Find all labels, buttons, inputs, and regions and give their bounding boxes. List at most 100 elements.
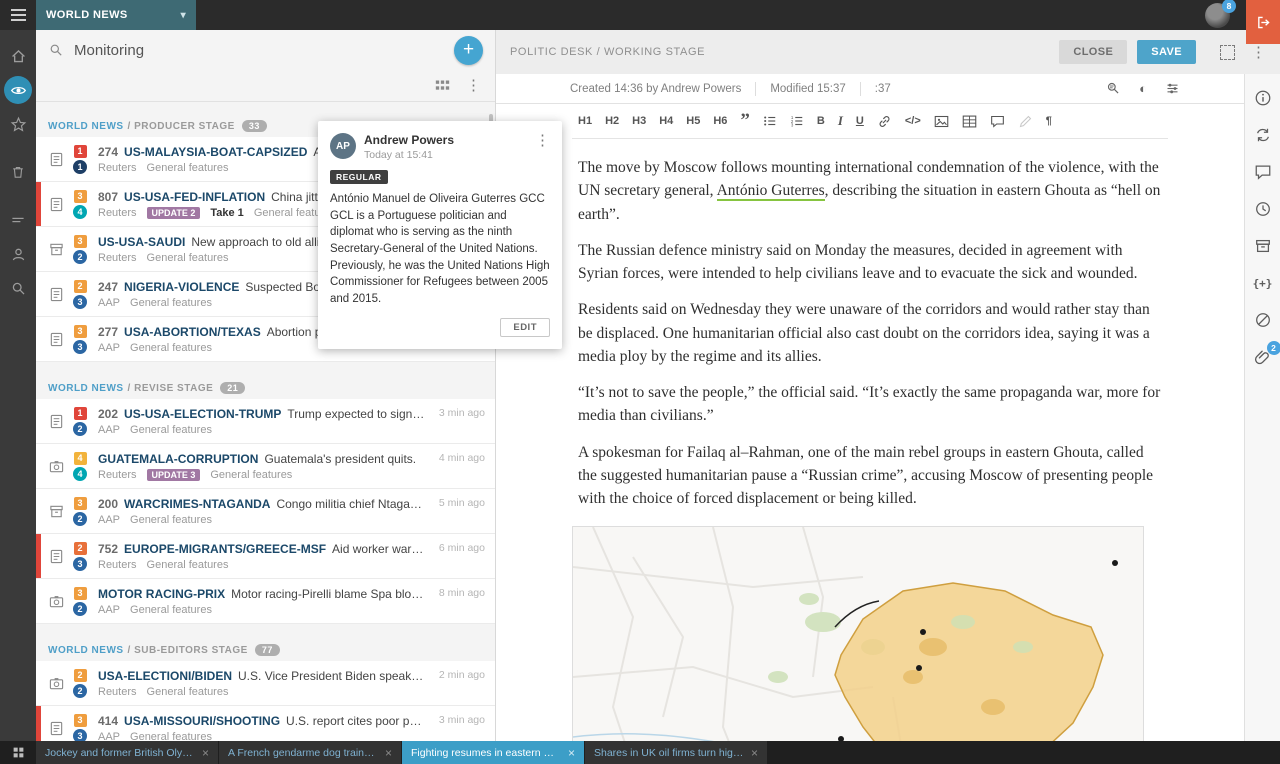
close-tab-icon[interactable]: × bbox=[568, 746, 575, 760]
item-source: Reuters bbox=[98, 252, 137, 264]
item-slug: US-USA-SAUDI bbox=[98, 235, 185, 249]
image-icon[interactable] bbox=[934, 114, 949, 129]
logout-button[interactable] bbox=[1246, 0, 1280, 44]
priority-badge: 2 bbox=[73, 250, 87, 264]
monitoring-item[interactable]: 23752EUROPE-MIGRANTS/GREECE-MSFAid worke… bbox=[36, 534, 495, 579]
h4-button[interactable]: H4 bbox=[659, 115, 673, 127]
panel-menu-kebab-icon[interactable]: ⋮ bbox=[466, 78, 481, 93]
opened-article-tab[interactable]: Jockey and former British Olympic..× bbox=[36, 741, 219, 764]
monitoring-item[interactable]: 12202US-USA-ELECTION-TRUMPTrump expected… bbox=[36, 399, 495, 444]
item-timestamp: 4 min ago bbox=[429, 444, 495, 464]
h2-button[interactable]: H2 bbox=[605, 115, 619, 127]
annotation-body: António Manuel de Oliveira Guterres GCC … bbox=[330, 191, 550, 308]
group-stage-label: / REVISE STAGE bbox=[128, 383, 214, 394]
add-content-button[interactable]: + bbox=[454, 36, 483, 65]
find-replace-icon[interactable] bbox=[1106, 81, 1121, 96]
versions-history-icon[interactable] bbox=[1251, 197, 1275, 221]
group-count-badge: 21 bbox=[220, 382, 245, 394]
stage-group-header[interactable]: WORLD NEWS/ SUB-EDITORS STAGE77 bbox=[36, 636, 495, 661]
annotated-text[interactable]: António Guterres bbox=[717, 182, 825, 201]
close-tab-icon[interactable]: × bbox=[751, 746, 758, 760]
hamburger-menu-icon[interactable] bbox=[0, 0, 36, 30]
h5-button[interactable]: H5 bbox=[686, 115, 700, 127]
pilcrow-button[interactable]: ¶ bbox=[1046, 115, 1052, 127]
annotation-popup: AP Andrew Powers Today at 15:41 ⋮ REGULA… bbox=[318, 121, 562, 349]
bold-button[interactable]: B bbox=[817, 115, 825, 127]
item-badges: 12 bbox=[70, 407, 90, 436]
user-avatar[interactable]: 8 bbox=[1205, 3, 1230, 28]
dashed-frame-icon[interactable] bbox=[1220, 45, 1235, 60]
close-tab-icon[interactable]: × bbox=[202, 746, 209, 760]
item-headline: New approach to old allianc bbox=[191, 235, 338, 249]
h6-button[interactable]: H6 bbox=[713, 115, 727, 127]
item-timestamp: 3 min ago bbox=[429, 706, 495, 726]
editor-scroll-area[interactable]: H1 H2 H3 H4 H5 H6 ” bbox=[496, 104, 1244, 741]
monitoring-item[interactable]: 33414USA-MISSOURI/SHOOTINGU.S. report ci… bbox=[36, 706, 495, 741]
code-button[interactable]: </> bbox=[905, 115, 921, 127]
picture-type-icon bbox=[42, 676, 70, 691]
editor-settings-icon[interactable] bbox=[1165, 81, 1180, 96]
opened-article-tab[interactable]: Shares in UK oil firms turn higher× bbox=[585, 741, 768, 764]
comment-icon[interactable] bbox=[990, 114, 1005, 129]
monitoring-item[interactable]: 22USA-ELECTIONI/BIDENU.S. Vice President… bbox=[36, 661, 495, 706]
search-icon[interactable] bbox=[4, 274, 32, 302]
h3-button[interactable]: H3 bbox=[632, 115, 646, 127]
workspace-selector[interactable]: WORLD NEWS ▾ bbox=[36, 0, 196, 30]
info-icon[interactable] bbox=[1251, 86, 1275, 110]
monitoring-toolbar: ⋮ bbox=[36, 70, 495, 102]
link-icon[interactable] bbox=[877, 114, 892, 129]
h1-button[interactable]: H1 bbox=[578, 115, 592, 127]
opened-article-tab[interactable]: A French gendarme dog trainer of PSIG× bbox=[219, 741, 402, 764]
ordered-list-icon[interactable]: 123 bbox=[790, 114, 804, 128]
close-button[interactable]: CLOSE bbox=[1059, 40, 1127, 64]
table-icon[interactable] bbox=[962, 114, 977, 129]
search-icon[interactable] bbox=[48, 42, 64, 58]
dashboard-icon[interactable] bbox=[4, 42, 32, 70]
item-number: 274 bbox=[98, 145, 118, 159]
priority-badge: 3 bbox=[73, 295, 87, 309]
underline-button[interactable]: U bbox=[856, 115, 864, 127]
urgency-badge: 3 bbox=[74, 325, 87, 338]
item-slug: US-USA-ELECTION-TRUMP bbox=[124, 407, 281, 421]
urgency-badge: 1 bbox=[74, 145, 87, 158]
item-badges: 23 bbox=[70, 542, 90, 571]
theme-toggle-icon[interactable]: ◐ bbox=[1139, 81, 1147, 96]
attachments-icon[interactable]: 2 bbox=[1251, 345, 1275, 369]
priority-badge: 2 bbox=[73, 422, 87, 436]
apps-grid-icon[interactable] bbox=[0, 741, 36, 764]
monitoring-item[interactable]: 32MOTOR RACING-PRIXMotor racing-Pirelli … bbox=[36, 579, 495, 624]
item-headline: Motor racing-Pirelli blame Spa blow... bbox=[231, 587, 425, 601]
user-profile-icon[interactable] bbox=[4, 240, 32, 268]
stage-group-header[interactable]: WORLD NEWS/ REVISE STAGE21 bbox=[36, 374, 495, 399]
item-badges: 33 bbox=[70, 714, 90, 742]
blockquote-button[interactable]: ” bbox=[740, 116, 750, 126]
close-tab-icon[interactable]: × bbox=[385, 746, 392, 760]
comments-icon[interactable] bbox=[1251, 160, 1275, 184]
popup-menu-kebab-icon[interactable]: ⋮ bbox=[535, 133, 550, 148]
opened-article-tab[interactable]: Fighting resumes in eastern Ghouta...× bbox=[402, 741, 585, 764]
macros-icon[interactable]: {+} bbox=[1251, 271, 1275, 295]
save-button[interactable]: SAVE bbox=[1137, 40, 1196, 64]
unordered-list-icon[interactable] bbox=[763, 114, 777, 128]
monitoring-item[interactable]: 32200WARCRIMES-NTAGANDACongo militia chi… bbox=[36, 489, 495, 534]
item-source: Reuters bbox=[98, 559, 137, 571]
spike-trash-icon[interactable] bbox=[4, 158, 32, 186]
editor-menu-kebab-icon[interactable]: ⋮ bbox=[1251, 45, 1266, 60]
unused-items-icon[interactable] bbox=[1251, 308, 1275, 332]
item-slug: US-MALAYSIA-BOAT-CAPSIZED bbox=[124, 145, 307, 159]
monitoring-item[interactable]: 44GUATEMALA-CORRUPTIONGuatemala's presid… bbox=[36, 444, 495, 489]
highlights-icon[interactable] bbox=[4, 110, 32, 138]
item-source: AAP bbox=[98, 297, 120, 309]
text-type-icon bbox=[42, 414, 70, 429]
italic-button[interactable]: I bbox=[838, 113, 843, 129]
annotation-pencil-icon[interactable] bbox=[1018, 114, 1033, 129]
item-badges: 32 bbox=[70, 497, 90, 526]
grid-view-icon[interactable] bbox=[435, 78, 450, 93]
monitoring-icon[interactable] bbox=[4, 76, 32, 104]
packages-icon[interactable] bbox=[1251, 234, 1275, 258]
paragraph: “It’s not to save the people,” the offic… bbox=[578, 381, 1162, 428]
edit-annotation-button[interactable]: EDIT bbox=[500, 318, 550, 337]
more-items-icon[interactable] bbox=[4, 206, 32, 234]
article-body[interactable]: The move by Moscow follows mounting inte… bbox=[572, 139, 1168, 510]
suggestions-icon[interactable] bbox=[1251, 123, 1275, 147]
